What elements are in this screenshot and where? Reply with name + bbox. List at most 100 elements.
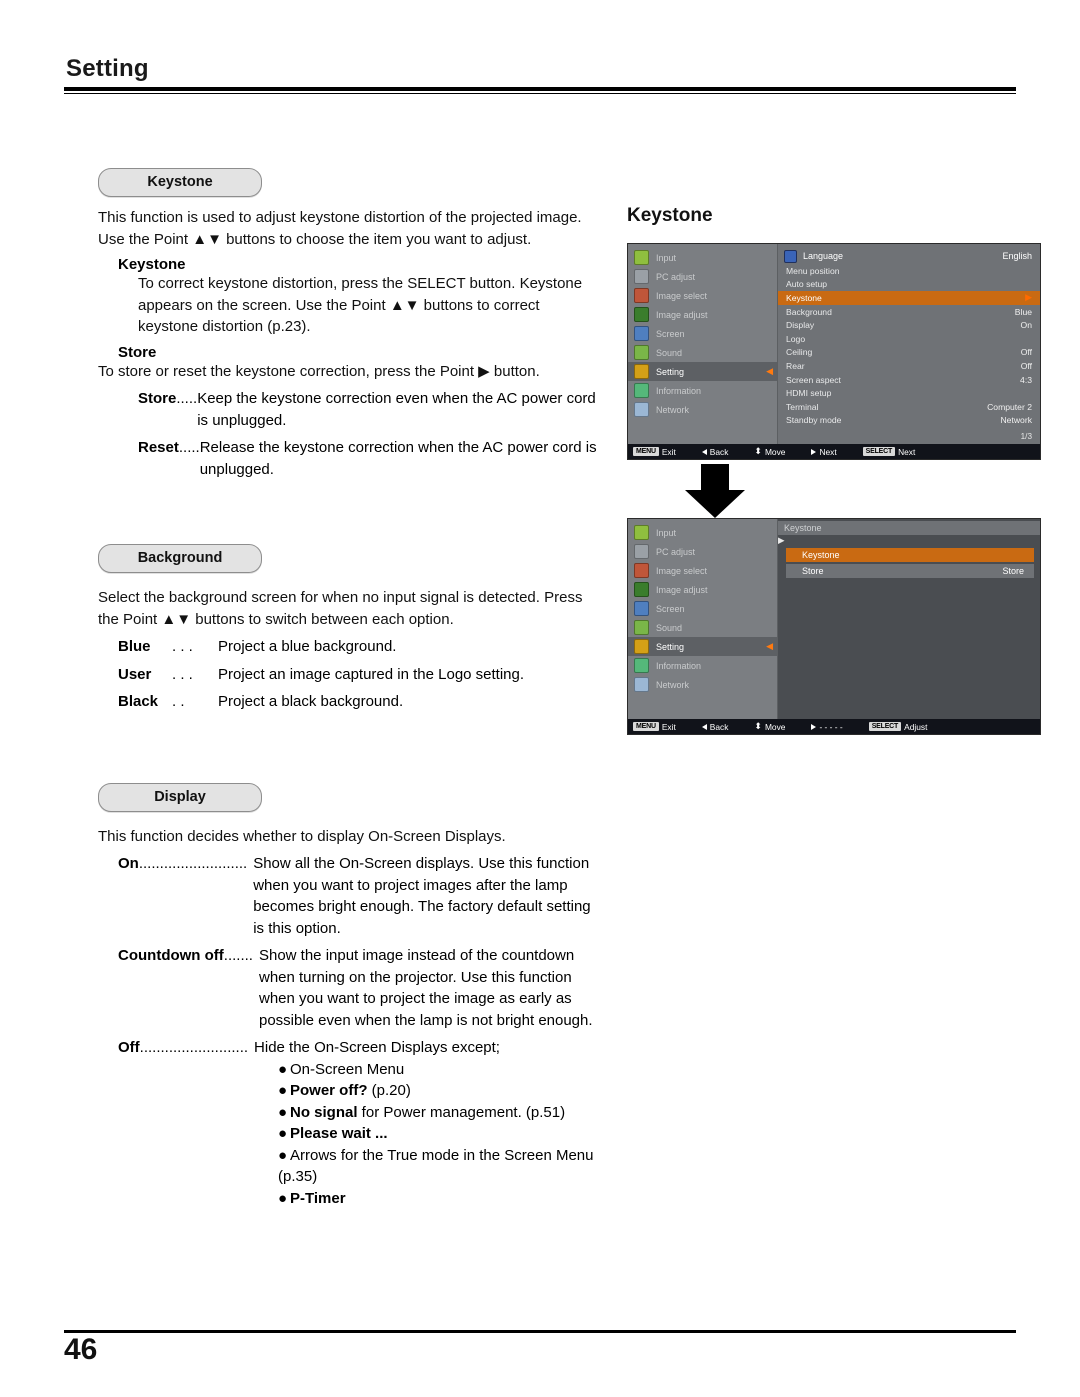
osd-bar-label: Move — [764, 446, 786, 457]
osd-bar-move[interactable]: ⬍ Move — [754, 722, 785, 732]
definition-term: User — [118, 665, 152, 683]
sidebar-item-image-select[interactable]: Image select — [628, 561, 777, 580]
osd-bar-label: Back — [709, 721, 729, 732]
definition-dots: . . . — [172, 665, 193, 683]
sidebar-item-screen[interactable]: Screen — [628, 324, 777, 343]
osd-row-display[interactable]: Display On — [778, 318, 1040, 332]
information-icon — [634, 658, 649, 673]
sidebar-item-label: Image adjust — [656, 309, 708, 320]
sidebar-item-screen[interactable]: Screen — [628, 599, 777, 618]
definition-term: Countdown off — [118, 947, 224, 964]
image-adjust-icon — [634, 582, 649, 597]
screen-icon — [634, 601, 649, 616]
sidebar-item-pc-adjust[interactable]: PC adjust — [628, 542, 777, 561]
screen-icon — [634, 326, 649, 341]
osd-row-terminal[interactable]: Terminal Computer 2 — [778, 400, 1040, 414]
footer-rule — [64, 1330, 1016, 1333]
arrow-updown-icon: ⬍ — [754, 721, 762, 731]
sidebar-item-network[interactable]: Network — [628, 400, 777, 419]
definition-desc: Show the input image instead of the coun… — [258, 947, 593, 1029]
sidebar-item-label: Information — [656, 385, 702, 396]
definition-dots: .......................... — [139, 1039, 249, 1056]
sidebar-item-label: Network — [656, 404, 690, 415]
osd-bar-next[interactable]: Next — [811, 447, 837, 457]
osd-page-indicator: 1/3 — [1020, 432, 1032, 441]
osd-row-label: Auto setup — [786, 279, 828, 290]
sidebar-item-sound[interactable]: Sound — [628, 343, 777, 362]
osd-row-background[interactable]: Background Blue — [778, 305, 1040, 319]
osd-bar-label: Back — [709, 446, 729, 457]
osd-row-value: Blue — [1014, 306, 1032, 317]
sidebar-item-sound[interactable]: Sound — [628, 618, 777, 637]
sidebar-item-setting[interactable]: Setting ◀ — [628, 362, 777, 381]
display-definition-list: On .......................... Show all t… — [98, 853, 598, 1059]
off-bullet-list: ● On-Screen Menu ● Power off? (p.20) ● No s… — [278, 1059, 598, 1210]
osd-screenshot-keystone-submenu: Input PC adjust Image select Image adjus… — [627, 518, 1041, 735]
osd-bar-select[interactable]: SELECT Next — [862, 447, 915, 457]
osd-bar-back[interactable]: Back — [701, 721, 729, 732]
osd-sidebar: Input PC adjust Image select Image adjus… — [628, 244, 778, 444]
bullet-item: ● Arrows for the True mode in the Screen … — [278, 1145, 598, 1188]
osd-row-screen-aspect[interactable]: Screen aspect 4:3 — [778, 373, 1040, 387]
osd-language-row[interactable]: Language English — [778, 248, 1040, 264]
definition-desc: Project a black background. — [218, 693, 404, 710]
osd-row-label: HDMI setup — [786, 388, 832, 399]
osd-row-ceiling[interactable]: Ceiling Off — [778, 346, 1040, 360]
definition-term: On — [118, 855, 139, 872]
arrow-left-icon — [701, 448, 707, 455]
sound-icon — [634, 620, 649, 635]
osd-row-menu-position[interactable]: Menu position — [778, 264, 1040, 278]
osd-row-keystone[interactable]: Keystone ▶ — [778, 291, 1040, 305]
sidebar-item-input[interactable]: Input — [628, 523, 777, 542]
left-content-column: Keystone This function is used to adjust… — [98, 168, 598, 1209]
header-rule-thick — [64, 87, 1016, 91]
definition-row: Black . . Project a black background. — [118, 691, 598, 713]
sidebar-item-image-adjust[interactable]: Image adjust — [628, 305, 777, 324]
osd-row-rear[interactable]: Rear Off — [778, 359, 1040, 373]
definition-desc: Project an image captured in the Logo se… — [218, 665, 525, 683]
sidebar-item-image-adjust[interactable]: Image adjust — [628, 580, 777, 599]
osd-bar-exit[interactable]: MENU Exit — [633, 447, 676, 457]
osd-row-value: Network — [1000, 415, 1032, 426]
sidebar-item-input[interactable]: Input — [628, 248, 777, 267]
definition-term: Reset — [138, 439, 179, 456]
sidebar-item-label: Sound — [656, 622, 683, 633]
bullet-item: ● No signal for Power management. (p.51) — [278, 1102, 598, 1124]
definition-desc: Release the keystone correction when the… — [199, 439, 597, 478]
osd-row-standby-mode[interactable]: Standby mode Network — [778, 414, 1040, 428]
sidebar-item-label: Network — [656, 679, 690, 690]
osd-row-keystone[interactable]: Keystone — [786, 548, 1034, 562]
osd-bar-exit[interactable]: MENU Exit — [633, 722, 676, 732]
osd-key-menu: MENU — [633, 722, 659, 731]
sidebar-item-network[interactable]: Network — [628, 675, 777, 694]
osd-row-value: Computer 2 — [987, 401, 1032, 412]
osd-row-hdmi-setup[interactable]: HDMI setup — [778, 386, 1040, 400]
osd-row-value: On — [1020, 320, 1032, 331]
definition-row: User . . . Project an image captured in … — [118, 664, 598, 686]
osd-row-label: Standby mode — [786, 415, 842, 426]
osd-bar-adjust[interactable]: SELECT Adjust — [868, 722, 927, 732]
osd-row-store[interactable]: Store Store — [786, 564, 1034, 578]
osd-row-label: Display — [786, 320, 815, 331]
definition-desc: Keep the keystone correction even when t… — [197, 390, 596, 429]
osd-bar-dashes[interactable]: - - - - - — [811, 722, 843, 732]
sidebar-item-information[interactable]: Information — [628, 381, 777, 400]
store-sub-heading: Store — [118, 343, 157, 361]
image-select-icon — [634, 563, 649, 578]
osd-bottom-bar: MENU Exit Back ⬍ Move Next SELECT Next — [628, 444, 1040, 459]
definition-term: Store — [138, 390, 177, 407]
sidebar-item-setting[interactable]: Setting ◀ — [628, 637, 777, 656]
arrow-right-icon — [811, 448, 817, 455]
sidebar-item-label: Screen — [656, 603, 685, 614]
sidebar-item-label: Input — [656, 252, 677, 263]
osd-bar-back[interactable]: Back — [701, 446, 729, 457]
sidebar-item-image-select[interactable]: Image select — [628, 286, 777, 305]
sidebar-item-pc-adjust[interactable]: PC adjust — [628, 267, 777, 286]
osd-row-logo[interactable]: Logo — [778, 332, 1040, 346]
sidebar-item-information[interactable]: Information — [628, 656, 777, 675]
osd-row-auto-setup[interactable]: Auto setup — [778, 278, 1040, 292]
osd-language-value: English — [1002, 251, 1032, 261]
osd-row-label: Keystone — [802, 550, 840, 560]
osd-bar-move[interactable]: ⬍ Move — [754, 447, 785, 457]
network-icon — [634, 402, 649, 417]
